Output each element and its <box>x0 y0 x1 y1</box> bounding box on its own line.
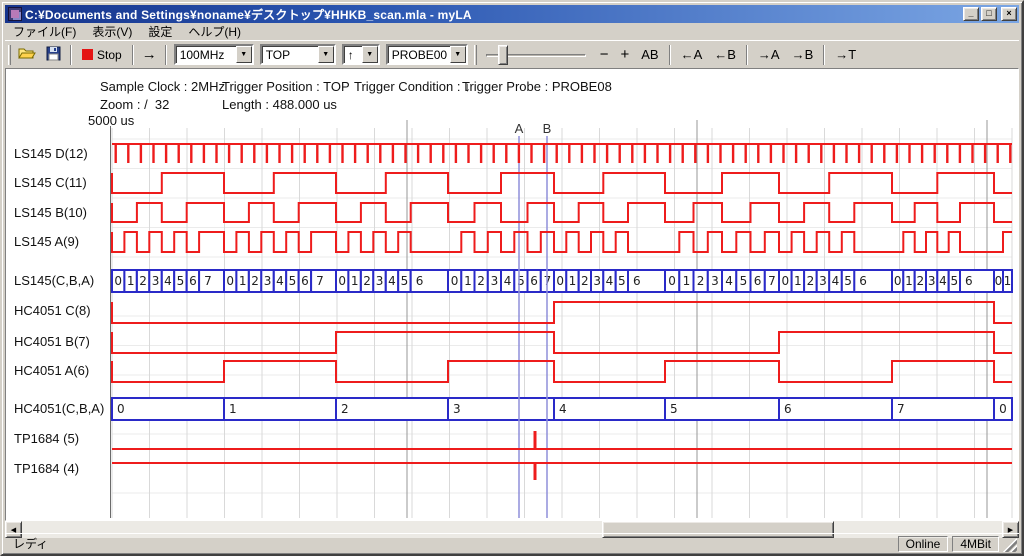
status-memory-badge: 4MBit <box>952 536 999 552</box>
stop-label: Stop <box>97 48 122 62</box>
floppy-disk-icon <box>46 46 61 64</box>
trigger-probe-combobox[interactable]: PROBE00 ▼ <box>386 44 468 65</box>
toolbar-separator <box>823 45 825 65</box>
toolbar: Stop → 100MHz ▼ TOP ▼ ↑ ▼ PROBE00 ▼ − + <box>5 40 1019 68</box>
chevron-down-icon[interactable]: ▼ <box>450 46 466 63</box>
trigger-edge-value: ↑ <box>344 46 362 63</box>
trigger-position-value: TOP <box>262 46 318 63</box>
menu-view[interactable]: 表示(V) <box>84 22 140 41</box>
toolbar-grip <box>474 45 477 65</box>
title-bar: C:¥Documents and Settings¥noname¥デスクトップ¥… <box>5 5 1019 23</box>
menu-settings[interactable]: 設定 <box>140 22 180 41</box>
chevron-down-icon[interactable]: ▼ <box>236 46 252 63</box>
resize-grip[interactable] <box>1003 538 1017 552</box>
goto-trigger-button[interactable]: →T <box>829 43 862 67</box>
toolbar-separator <box>165 45 167 65</box>
zoom-in-button[interactable]: + <box>614 43 635 67</box>
open-file-button[interactable] <box>14 43 40 67</box>
waveform-panel <box>5 68 1019 521</box>
menu-bar: ファイル(F) 表示(V) 設定 ヘルプ(H) <box>5 23 1019 39</box>
menu-file[interactable]: ファイル(F) <box>5 22 84 41</box>
cursor-b-right-button[interactable]: →B <box>786 43 820 67</box>
minimize-button[interactable]: _ <box>963 7 979 21</box>
status-bar: レディ Online 4MBit <box>5 533 1019 552</box>
zoom-slider-thumb[interactable] <box>498 45 508 65</box>
run-arrow-icon: → <box>142 46 157 63</box>
trigger-probe-value: PROBE00 <box>388 46 450 63</box>
chevron-down-icon[interactable]: ▼ <box>318 46 334 63</box>
open-folder-icon <box>18 46 36 63</box>
status-online-badge: Online <box>898 536 949 552</box>
sample-clock-combobox[interactable]: 100MHz ▼ <box>174 44 254 65</box>
stop-icon <box>82 49 93 60</box>
toolbar-separator <box>70 45 72 65</box>
cursor-b-left-button[interactable]: ←B <box>708 43 742 67</box>
toolbar-separator <box>746 45 748 65</box>
menu-help[interactable]: ヘルプ(H) <box>180 22 249 41</box>
toolbar-separator <box>132 45 134 65</box>
toolbar-grip <box>8 45 11 65</box>
zoom-out-button[interactable]: − <box>594 43 615 67</box>
zoom-ab-button[interactable]: AB <box>635 43 664 67</box>
sample-clock-value: 100MHz <box>176 46 236 63</box>
cursor-a-right-button[interactable]: →A <box>752 43 786 67</box>
app-window: C:¥Documents and Settings¥noname¥デスクトップ¥… <box>0 0 1024 556</box>
trigger-edge-combobox[interactable]: ↑ ▼ <box>342 44 380 65</box>
save-button[interactable] <box>40 43 66 67</box>
run-button[interactable]: → <box>138 43 161 67</box>
maximize-button[interactable]: □ <box>981 7 997 21</box>
window-title: C:¥Documents and Settings¥noname¥デスクトップ¥… <box>25 6 963 23</box>
zoom-slider[interactable] <box>486 44 586 66</box>
cursor-a-left-button[interactable]: ←A <box>675 43 709 67</box>
trigger-position-combobox[interactable]: TOP ▼ <box>260 44 336 65</box>
app-icon <box>8 7 22 21</box>
close-button[interactable]: × <box>1001 7 1017 21</box>
status-ready-text: レディ <box>7 535 894 552</box>
chevron-down-icon[interactable]: ▼ <box>362 46 378 63</box>
toolbar-separator <box>669 45 671 65</box>
stop-button[interactable]: Stop <box>76 43 128 67</box>
